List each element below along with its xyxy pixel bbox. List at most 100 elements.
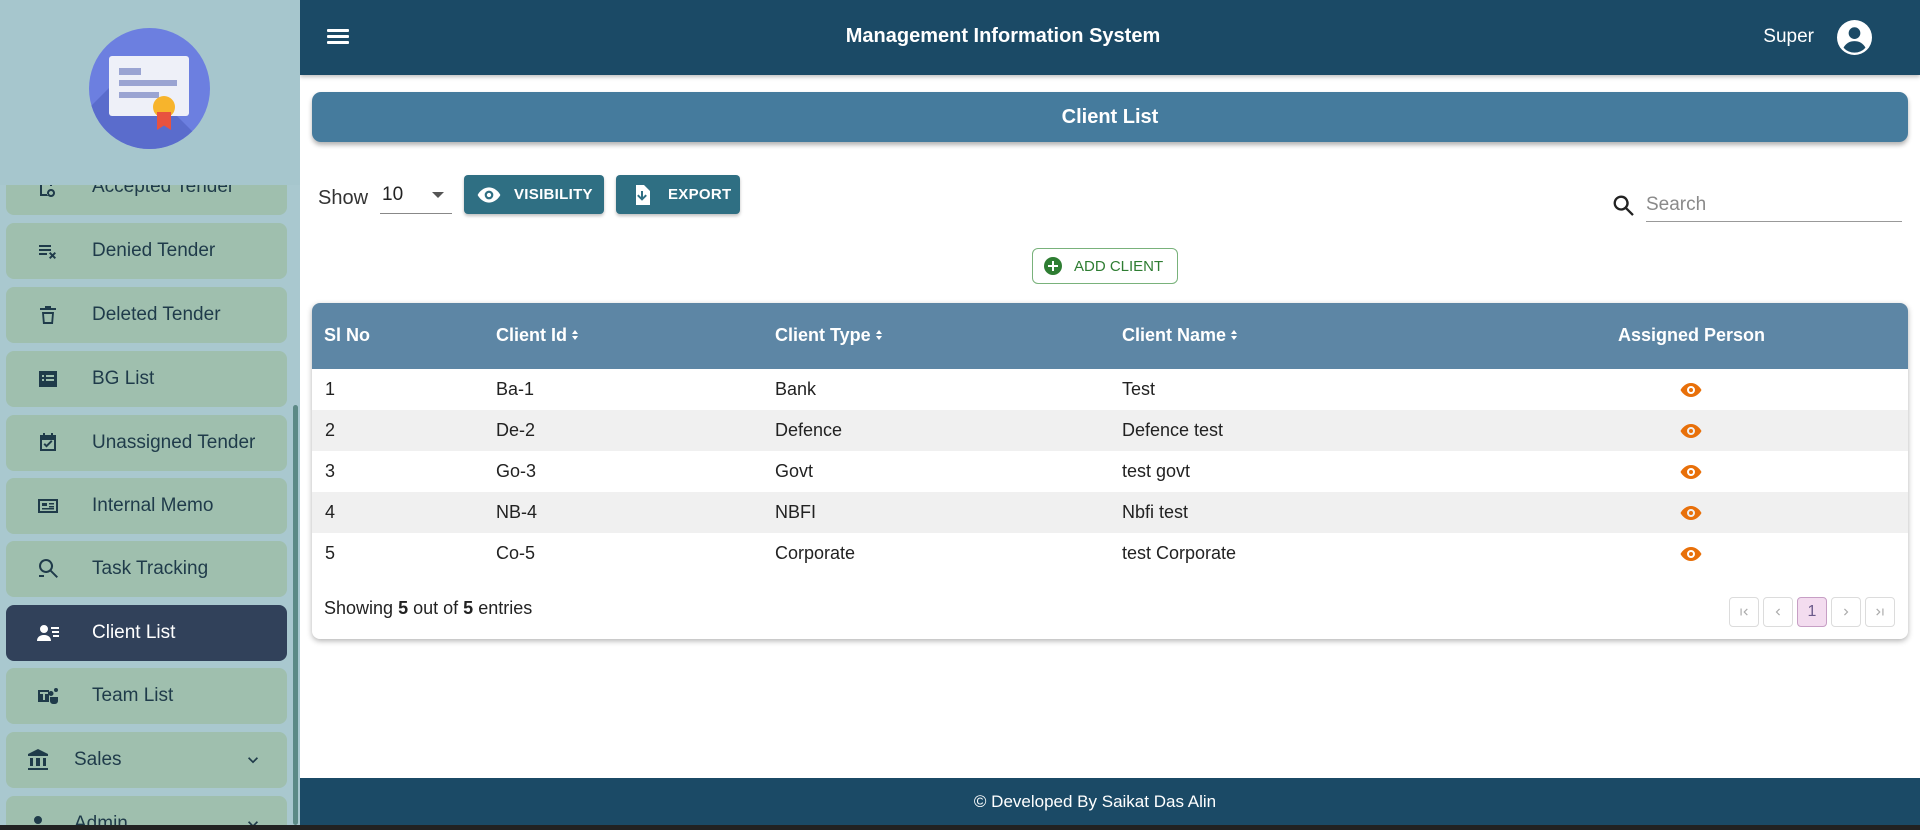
column-header-client-name[interactable]: Client Name	[1122, 325, 1238, 346]
sidebar-item-label: Deleted Tender	[92, 304, 221, 325]
app-title: Management Information System	[845, 25, 1161, 47]
chevron-down-icon	[243, 750, 263, 770]
task-tracking-icon	[6, 557, 92, 581]
cell-client-name: test Corporate	[1122, 543, 1237, 563]
logo-area	[0, 0, 300, 185]
cell-client-name: Nbfi test	[1122, 502, 1189, 522]
first-page-button[interactable]	[1729, 597, 1759, 627]
sidebar-item-label: Unassigned Tender	[92, 432, 256, 453]
client-list-icon	[6, 621, 92, 645]
table-row: 3 Go-3 Govt test govt	[312, 451, 1908, 492]
eye-icon[interactable]	[1678, 419, 1704, 443]
trash-icon	[6, 303, 92, 327]
sidebar-item-client-list[interactable]: Client List	[6, 605, 287, 661]
search-icon	[1613, 195, 1634, 216]
account-circle-icon[interactable]	[1837, 20, 1872, 55]
cell-client-id: Co-5	[496, 543, 536, 563]
calendar-check-icon	[6, 431, 92, 455]
column-header-sl-no: Sl No	[324, 325, 371, 345]
cell-client-name: Test	[1122, 379, 1156, 399]
export-button[interactable]: EXPORT	[616, 175, 740, 214]
cell-client-type: Corporate	[775, 543, 856, 563]
table-header: Sl No Client Id Client Type Client Name …	[312, 303, 1908, 369]
chevron-right-icon	[1844, 608, 1849, 616]
eye-icon[interactable]	[1678, 542, 1704, 566]
first-page-icon	[1740, 608, 1748, 616]
cell-sl-no: 3	[325, 461, 336, 481]
sidebar-item-label: Team List	[92, 685, 174, 706]
sidebar-group-sales[interactable]: Sales	[6, 732, 287, 788]
visibility-button-label: VISIBILITY	[514, 186, 593, 203]
sort-icon	[572, 330, 579, 341]
table-row: 5 Co-5 Corporate test Corporate	[312, 533, 1908, 574]
dropdown-arrow-icon	[432, 192, 444, 198]
column-header-client-type[interactable]: Client Type	[775, 325, 883, 346]
chevron-left-icon	[1775, 608, 1780, 616]
sort-icon	[875, 330, 883, 341]
add-client-label: ADD CLIENT	[1074, 257, 1164, 275]
top-app-bar: Management Information System Super	[300, 0, 1920, 75]
user-name[interactable]: Super	[1763, 26, 1814, 48]
sidebar-item-denied-tender[interactable]: Denied Tender	[6, 223, 287, 279]
cell-client-id: Go-3	[496, 461, 537, 481]
show-label: Show	[318, 187, 369, 209]
export-button-label: EXPORT	[668, 186, 732, 203]
cell-client-type: Bank	[775, 379, 817, 399]
sidebar-item-label: Client List	[92, 622, 176, 643]
column-header-assigned-person: Assigned Person	[1618, 325, 1766, 345]
table-row: 2 De-2 Defence Defence test	[312, 410, 1908, 451]
teams-icon	[6, 684, 92, 708]
page-size-select[interactable]: 10	[380, 178, 452, 214]
search-input[interactable]	[1646, 188, 1902, 222]
add-circle-icon	[1044, 257, 1062, 275]
sidebar-item-label: BG List	[92, 368, 155, 389]
sidebar-item-task-tracking[interactable]: Task Tracking	[6, 541, 287, 597]
last-page-button[interactable]	[1865, 597, 1895, 627]
sidebar-item-unassigned-tender[interactable]: Unassigned Tender	[6, 415, 287, 471]
sidebar-item-label: Internal Memo	[92, 495, 214, 516]
client-table: Sl No Client Id Client Type Client Name …	[312, 303, 1908, 639]
table-row: 1 Ba-1 Bank Test	[312, 369, 1908, 410]
sidebar-item-team-list[interactable]: Team List	[6, 668, 287, 724]
sidebar-item-label: Task Tracking	[92, 558, 209, 579]
playlist-remove-icon	[6, 239, 92, 263]
eye-icon	[477, 186, 501, 203]
cell-sl-no: 4	[325, 502, 336, 522]
visibility-button[interactable]: VISIBILITY	[464, 175, 604, 214]
sidebar-item-label: Denied Tender	[92, 240, 216, 261]
add-client-button[interactable]: ADD CLIENT	[1032, 248, 1178, 284]
eye-icon[interactable]	[1678, 501, 1704, 525]
file-download-icon	[636, 184, 650, 205]
cell-client-id: De-2	[496, 420, 536, 440]
pagination: 1	[1729, 597, 1895, 627]
cell-sl-no: 2	[325, 420, 336, 440]
previous-page-button[interactable]	[1763, 597, 1793, 627]
cell-client-type: NBFI	[775, 502, 817, 522]
cell-client-name: Defence test	[1122, 420, 1224, 440]
memo-icon	[6, 494, 92, 518]
column-header-client-id[interactable]: Client Id	[496, 325, 579, 346]
cell-sl-no: 5	[325, 543, 336, 563]
app-logo[interactable]	[89, 28, 210, 149]
window-bottom-edge	[0, 825, 1920, 830]
footer-credit: © Developed By Saikat Das Alin	[300, 778, 1920, 825]
search-box	[1610, 188, 1902, 223]
sidebar-scrollbar[interactable]	[293, 405, 298, 825]
next-page-button[interactable]	[1831, 597, 1861, 627]
cell-client-id: Ba-1	[496, 379, 535, 399]
eye-icon[interactable]	[1678, 378, 1704, 402]
cell-sl-no: 1	[325, 379, 336, 399]
sidebar-item-internal-memo[interactable]: Internal Memo	[6, 478, 287, 534]
cell-client-id: NB-4	[496, 502, 538, 522]
cell-client-type: Defence	[775, 420, 843, 440]
sidebar-group-label: Sales	[74, 749, 122, 770]
sidebar: Accepted Tender Denied Tender Deleted Te…	[0, 0, 300, 830]
sidebar-item-bg-list[interactable]: BG List	[6, 351, 287, 407]
cell-client-name: test govt	[1122, 461, 1191, 481]
page-button-current[interactable]: 1	[1797, 597, 1827, 627]
eye-icon[interactable]	[1678, 460, 1704, 484]
page-size-value: 10	[382, 184, 404, 205]
sidebar-item-deleted-tender[interactable]: Deleted Tender	[6, 287, 287, 343]
page-title: Client List	[312, 92, 1908, 142]
table-row: 4 NB-4 NBFI Nbfi test	[312, 492, 1908, 533]
